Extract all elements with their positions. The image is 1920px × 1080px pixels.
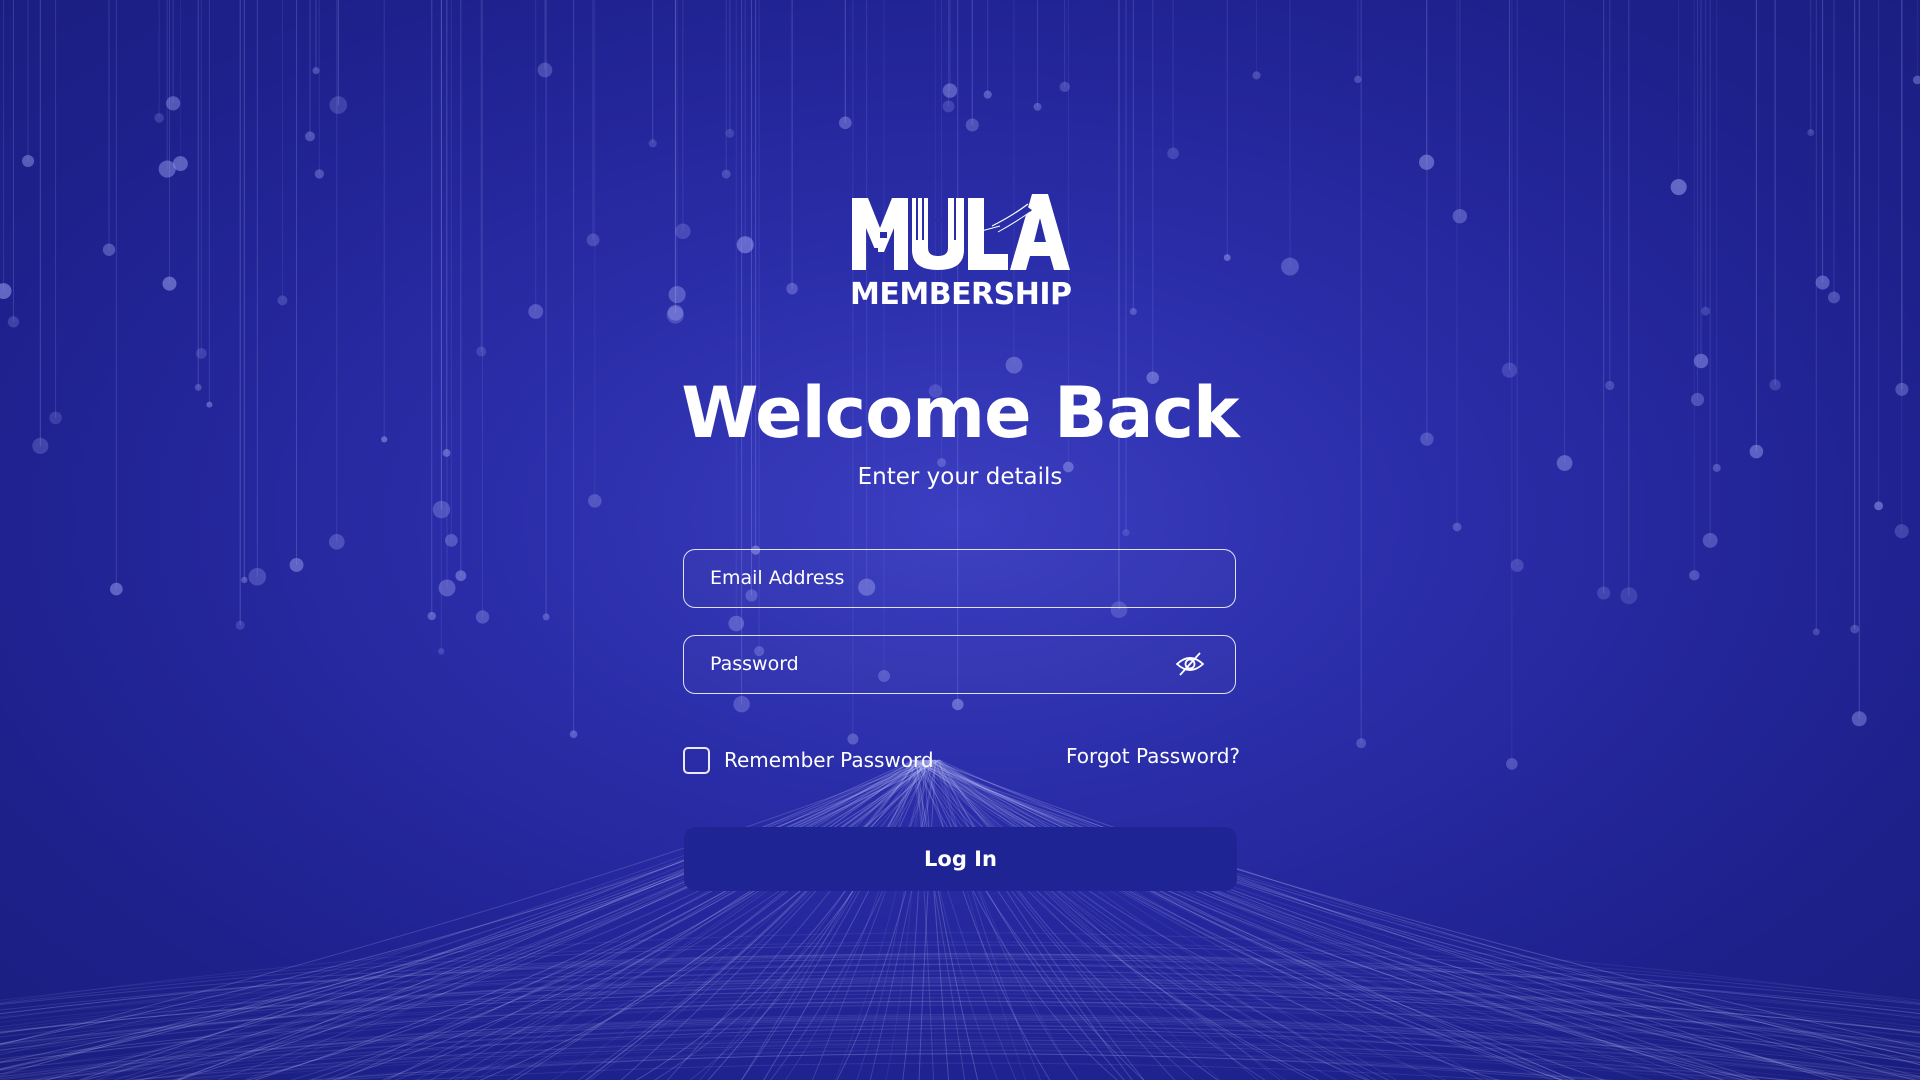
logo-subtitle: MEMBERSHIP bbox=[850, 277, 1072, 312]
page-subtitle: Enter your details bbox=[857, 464, 1063, 490]
remember-password-checkbox[interactable] bbox=[683, 746, 710, 774]
logo-wordmark bbox=[852, 194, 1070, 270]
logo: MEMBERSHIP bbox=[850, 188, 1072, 313]
login-page: MEMBERSHIP Welcome Back Enter your detai… bbox=[0, 0, 1920, 1080]
remember-password-option[interactable]: Remember Password bbox=[683, 744, 934, 776]
email-field[interactable] bbox=[683, 549, 1236, 608]
password-input[interactable] bbox=[710, 636, 1170, 692]
remember-password-label: Remember Password bbox=[724, 748, 934, 772]
eye-off-icon[interactable] bbox=[1175, 651, 1205, 677]
email-input[interactable] bbox=[710, 550, 1170, 606]
login-content: MEMBERSHIP Welcome Back Enter your detai… bbox=[0, 0, 1920, 1080]
page-title: Welcome Back bbox=[681, 372, 1239, 454]
login-button[interactable]: Log In bbox=[684, 827, 1237, 891]
password-field[interactable] bbox=[683, 635, 1236, 694]
forgot-password-link[interactable]: Forgot Password? bbox=[1000, 742, 1240, 770]
